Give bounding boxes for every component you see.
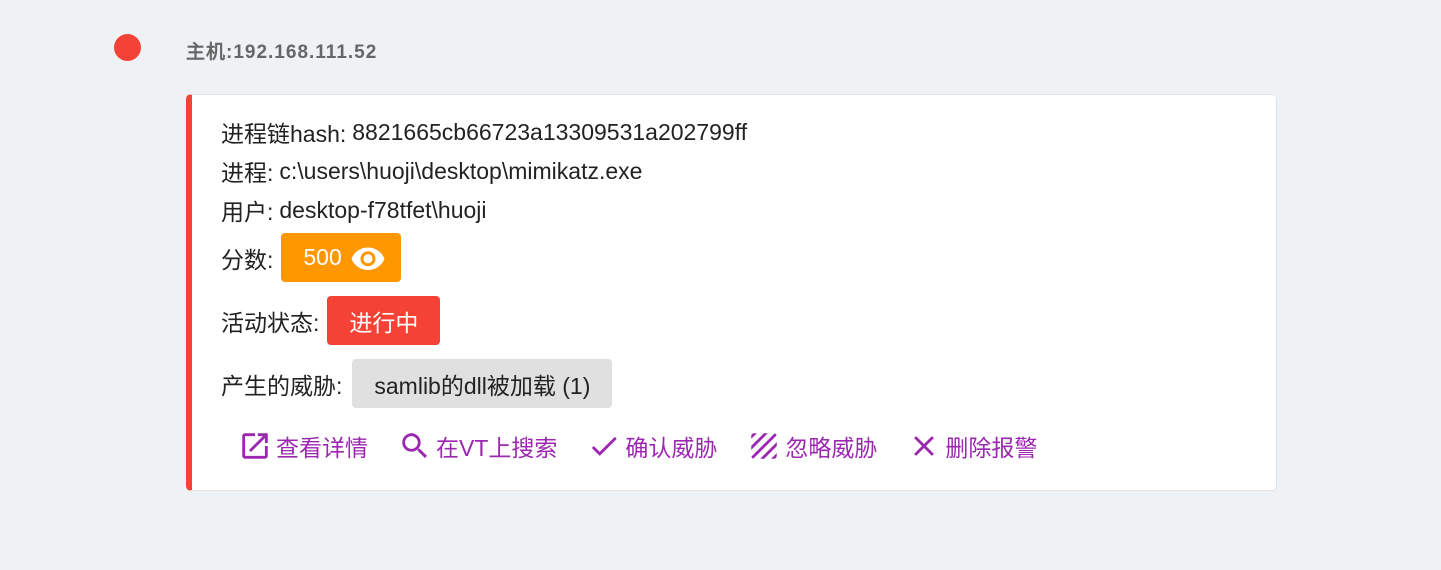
- state-label: 活动状态:: [221, 309, 320, 336]
- delete-alert-button[interactable]: 删除报警: [907, 429, 1037, 463]
- host-header: 主机:192.168.111.52: [114, 33, 376, 63]
- action-bar: 查看详情 在VT上搜索 确认威胁 忽略威胁 删除报警: [238, 426, 1067, 466]
- check-icon: [592, 436, 618, 456]
- process-row: 进程: c:\users\huoji\desktop\mimikatz.exe: [221, 154, 642, 188]
- threat-chip[interactable]: samlib的dll被加载 (1): [352, 359, 613, 408]
- state-badge: 进行中: [327, 296, 441, 345]
- process-label: 进程:: [221, 160, 274, 186]
- confirm-threat-button[interactable]: 确认威胁: [587, 429, 717, 463]
- score-button[interactable]: 500: [281, 233, 401, 282]
- host-label: 主机:192.168.111.52: [186, 42, 378, 63]
- hash-label: 进程链hash:: [221, 121, 347, 147]
- close-icon: [914, 436, 935, 456]
- ignore-threat-label: 忽略威胁: [785, 435, 878, 461]
- status-dot: [114, 33, 141, 61]
- threat-row: 产生的威胁: samlib的dll被加载 (1): [221, 359, 613, 408]
- score-value: 500: [303, 244, 342, 270]
- search-icon: [402, 433, 428, 459]
- view-details-button[interactable]: 查看详情: [238, 429, 368, 463]
- open-in-new-icon: [242, 433, 268, 459]
- delete-alert-label: 删除报警: [945, 435, 1038, 461]
- user-label: 用户:: [221, 199, 274, 225]
- texture-icon: [751, 433, 778, 459]
- view-details-label: 查看详情: [276, 435, 368, 461]
- hash-row: 进程链hash: 8821665cb66723a13309531a202799f…: [221, 115, 747, 149]
- search-vt-label: 在VT上搜索: [436, 435, 558, 461]
- ignore-threat-button[interactable]: 忽略威胁: [747, 429, 877, 463]
- user-value: desktop-f78tfet\huoji: [279, 196, 487, 223]
- hash-value: 8821665cb66723a13309531a202799ff: [352, 118, 748, 145]
- search-vt-button[interactable]: 在VT上搜索: [398, 429, 557, 463]
- user-row: 用户: desktop-f78tfet\huoji: [221, 193, 487, 227]
- score-label: 分数:: [221, 246, 274, 273]
- process-value: c:\users\huoji\desktop\mimikatz.exe: [279, 157, 643, 184]
- page: 主机:192.168.111.52 进程链hash: 8821665cb6672…: [0, 0, 1441, 570]
- state-row: 活动状态: 进行中: [221, 296, 441, 345]
- eye-icon: [351, 247, 385, 270]
- score-row: 分数: 500: [221, 233, 401, 282]
- confirm-threat-label: 确认威胁: [625, 435, 718, 461]
- threat-label: 产生的威胁:: [221, 372, 343, 399]
- alert-card: 进程链hash: 8821665cb66723a13309531a202799f…: [186, 94, 1277, 491]
